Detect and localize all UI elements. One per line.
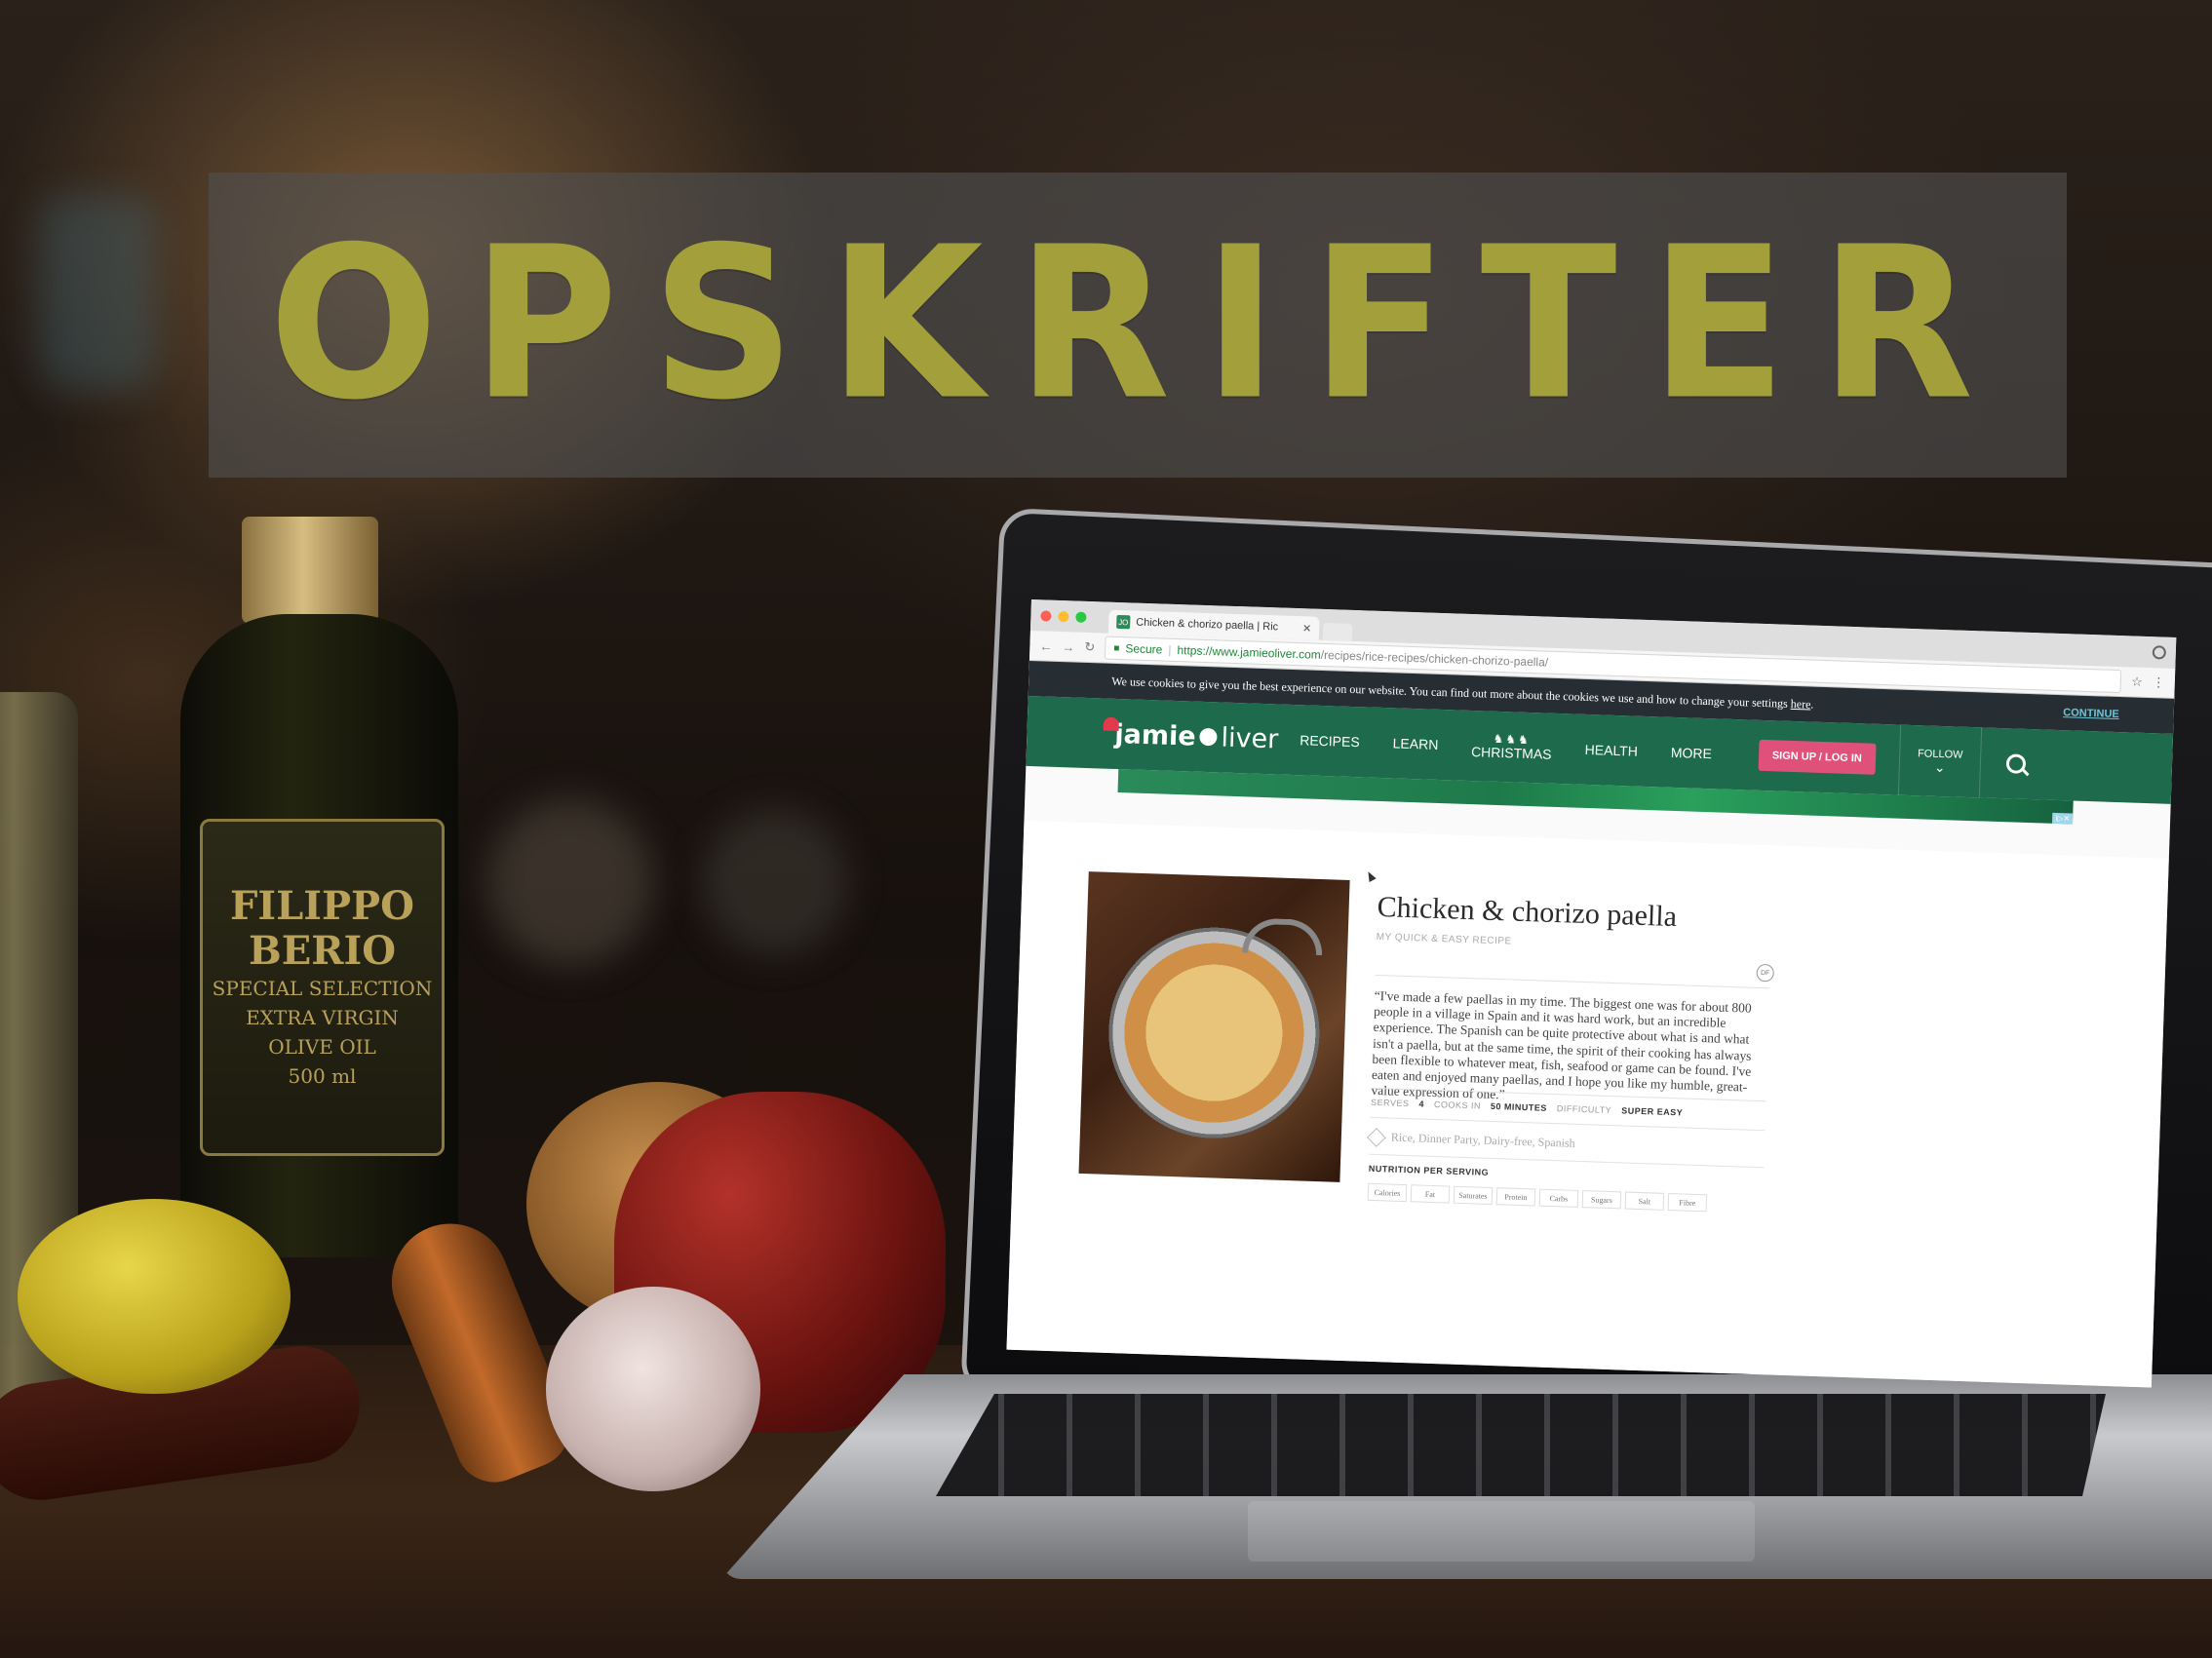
close-tab-icon[interactable]: ✕ [1302,622,1312,635]
url-text: https://www.jamieoliver.com/recipes/rice… [1177,643,1548,670]
cookie-settings-link[interactable]: here [1791,696,1811,711]
title-banner: OPSKRIFTER [209,173,2067,478]
laptop-trackpad [1248,1501,1755,1562]
dairy-free-badge: DF [1756,963,1775,983]
bottle-line5: OLIVE OIL [268,1035,376,1059]
nutrition-cell: Protein [1495,1187,1536,1207]
chevron-down-icon: ⌄ [1933,758,1946,776]
nutrition-cell: Calories [1367,1182,1408,1203]
secure-label: Secure [1125,641,1163,657]
bottle-line3: SPECIAL SELECTION [212,977,433,1000]
forward-icon[interactable]: → [1062,639,1074,654]
back-icon[interactable]: ← [1039,638,1052,653]
laptop-keyboard [936,1394,2106,1496]
cooks-label: COOKS IN [1433,1099,1482,1111]
nutrition-title: NUTRITION PER SERVING [1368,1163,1490,1177]
nutrition-cell: Carbs [1538,1188,1579,1208]
signup-login-button[interactable]: SIGN UP / LOG IN [1758,739,1877,775]
nav-learn[interactable]: LEARN [1392,735,1438,752]
url-separator: | [1168,642,1172,657]
santa-hat-icon [1103,716,1120,732]
divider [1375,974,1770,989]
tag-icon [1367,1127,1386,1147]
nav-christmas[interactable]: ♞♞♞ CHRISTMAS [1470,732,1552,762]
cookie-continue-button[interactable]: CONTINUE [2063,707,2119,720]
pan-handle [1242,917,1324,956]
nutrition-cell: Fat [1410,1184,1451,1204]
bokeh-light [702,809,848,955]
nav-christmas-label: CHRISTMAS [1470,744,1552,762]
recipe-content: Chicken & chorizo paella MY QUICK & EASY… [1006,820,2169,1388]
site-logo[interactable]: jamie liver [1103,716,1279,754]
divider [1370,1116,1766,1132]
logo-second-word: liver [1221,722,1279,754]
bottle-cap [242,517,378,624]
ad-choices-badge[interactable]: i▷✕ [2052,812,2074,825]
follow-dropdown[interactable]: FOLLOW ⌄ [1897,724,1983,798]
search-icon[interactable] [2005,753,2027,774]
serves-label: SERVES [1370,1097,1410,1109]
nav-recipes[interactable]: RECIPES [1300,732,1360,750]
recipe-tags: Rice, Dinner Party, Dairy-free, Spanish [1367,1127,1575,1151]
bottle-line4: EXTRA VIRGIN [246,1006,399,1029]
url-path: /recipes/rice-recipes/chicken-chorizo-pa… [1320,647,1549,670]
bottle-label: FILIPPO BERIO SPECIAL SELECTION EXTRA VI… [200,819,445,1156]
bottle-brand-line2: BERIO [248,928,397,974]
difficulty-value: SUPER EASY [1621,1105,1684,1118]
profile-icon[interactable] [2152,645,2167,660]
bottle-brand-line1: FILIPPO [230,883,414,929]
maximize-window-button[interactable] [1075,611,1087,623]
nutrition-cell: Salt [1624,1191,1665,1211]
url-base: https://www.jamieoliver.com [1177,642,1322,662]
page-title: OPSKRIFTER [268,203,2007,446]
close-window-button[interactable] [1040,610,1052,622]
bookmark-star-icon[interactable]: ☆ [2131,674,2143,689]
tab-title: Chicken & chorizo paella | Ric [1136,616,1279,634]
bokeh-light [487,799,653,965]
window-controls [1040,610,1087,623]
lemon [18,1199,291,1394]
browser-menu-icon[interactable]: ⋮ [2153,675,2165,690]
laptop-screen: JO Chicken & chorizo paella | Ric ✕ ← → … [1006,599,2177,1388]
nutrition-cell: Fibre [1667,1192,1708,1213]
reload-icon[interactable]: ↻ [1084,639,1095,655]
ornament-icon [1199,727,1218,747]
nav-health[interactable]: HEALTH [1584,742,1638,759]
recipe-title: Chicken & chorizo paella [1377,890,1678,934]
serves-value: 4 [1418,1099,1425,1109]
nav-more[interactable]: MORE [1671,744,1713,760]
cooks-value: 50 MINUTES [1490,1100,1548,1113]
bottle-volume: 500 ml [288,1064,357,1088]
paella-photo [1078,871,1350,1182]
nutrition-table: Calories Fat Saturates Protein Carbs Sug… [1367,1182,1708,1213]
garlic [546,1287,760,1491]
cursor-icon [1364,869,1377,882]
minimize-window-button[interactable] [1058,610,1069,623]
nutrition-cell: Sugars [1581,1190,1622,1210]
tag-list[interactable]: Rice, Dinner Party, Dairy-free, Spanish [1391,1131,1575,1151]
difficulty-label: DIFFICULTY [1556,1103,1612,1116]
recipe-subtitle: MY QUICK & EASY RECIPE [1376,931,1512,947]
favicon-icon: JO [1116,614,1131,630]
new-tab-button[interactable] [1322,622,1353,641]
bokeh-light [39,195,156,390]
lock-icon: ■ [1113,642,1120,654]
nutrition-cell: Saturates [1453,1185,1494,1206]
logo-first-word: jamie [1113,718,1197,752]
